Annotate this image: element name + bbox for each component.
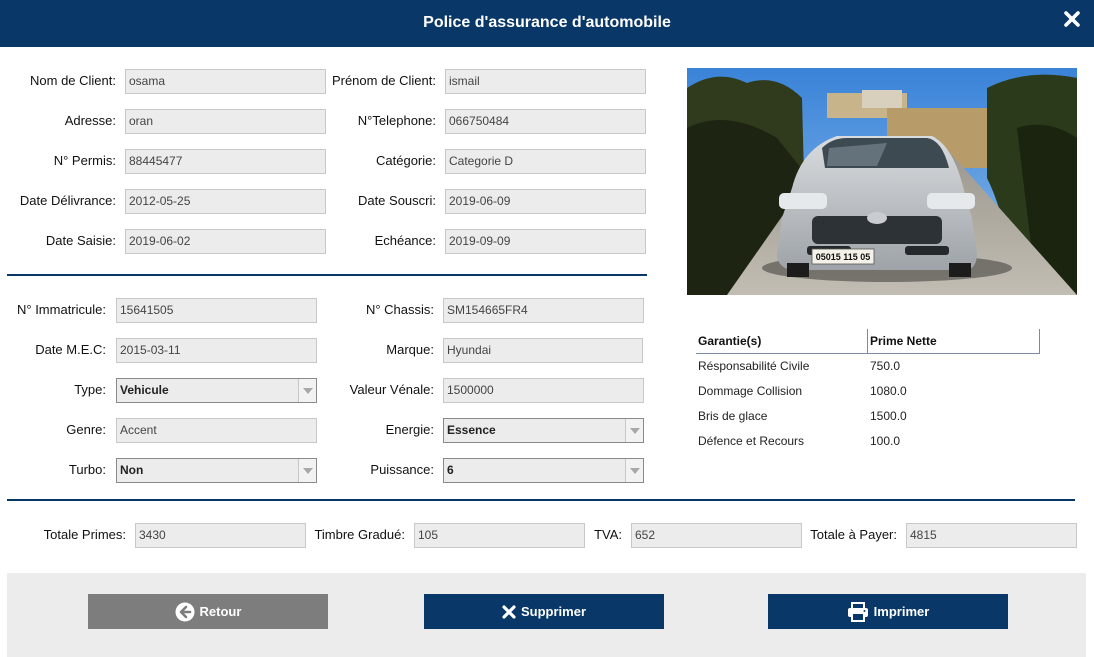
categorie-label: Catégorie: <box>376 153 436 168</box>
date-delivrance-label: Date Délivrance: <box>19 193 116 208</box>
garantie-prime: 750.0 <box>870 359 901 373</box>
column-header-garantie[interactable]: Garantie(s) <box>698 329 868 353</box>
echeance-field[interactable]: 2019-09-09 <box>445 229 646 254</box>
categorie-field[interactable]: Categorie D <box>445 149 646 174</box>
supprimer-button[interactable]: Supprimer <box>424 594 664 629</box>
garantie-prime: 1500.0 <box>870 409 907 423</box>
tva-label: TVA: <box>594 527 622 542</box>
telephone-field[interactable]: 066750484 <box>445 109 646 134</box>
retour-button[interactable]: Retour <box>88 594 328 629</box>
type-select[interactable]: Vehicule <box>116 378 317 403</box>
immatricule-label: N° Immatricule: <box>17 302 106 317</box>
table-row[interactable]: Dommage Collision 1080.0 <box>696 379 1040 404</box>
marque-field[interactable]: Hyundai <box>443 338 643 363</box>
client-section-divider <box>7 274 647 276</box>
marque-label: Marque: <box>386 342 434 357</box>
imprimer-label: Imprimer <box>873 604 930 619</box>
column-header-prime-nette[interactable]: Prime Nette <box>870 329 937 353</box>
totale-payer-label: Totale à Payer: <box>810 527 897 542</box>
chevron-down-icon[interactable] <box>298 459 316 482</box>
vehicle-photo: 05015 115 05 <box>687 68 1077 295</box>
table-row[interactable]: Bris de glace 1500.0 <box>696 404 1040 429</box>
adresse-field[interactable]: oran <box>125 109 326 134</box>
prenom-client-field[interactable]: ismail <box>445 69 646 94</box>
energie-selected-value: Essence <box>447 423 496 437</box>
permis-field[interactable]: 88445477 <box>125 149 326 174</box>
imprimer-button[interactable]: Imprimer <box>768 594 1008 629</box>
type-label: Type: <box>74 382 106 397</box>
chassis-label: N° Chassis: <box>365 302 434 317</box>
action-bar: Retour Supprimer Imprimer <box>7 573 1086 657</box>
date-saisie-field[interactable]: 2019-06-02 <box>125 229 326 254</box>
permis-label: N° Permis: <box>53 153 116 168</box>
nom-client-field[interactable]: osama <box>125 69 326 94</box>
date-souscri-label: Date Souscri: <box>357 193 436 208</box>
timbre-gradue-label: Timbre Gradué: <box>314 527 405 542</box>
turbo-label: Turbo: <box>68 462 106 477</box>
totale-payer-field[interactable]: 4815 <box>906 523 1077 548</box>
puissance-label: Puissance: <box>370 462 434 477</box>
totale-primes-field[interactable]: 3430 <box>135 523 306 548</box>
date-saisie-label: Date Saisie: <box>45 233 116 248</box>
totale-primes-label: Totale Primes: <box>43 527 126 542</box>
tva-field[interactable]: 652 <box>631 523 802 548</box>
turbo-selected-value: Non <box>120 463 144 477</box>
garantie-prime: 1080.0 <box>870 384 907 398</box>
chevron-down-icon[interactable] <box>625 459 643 482</box>
genre-field[interactable]: Accent <box>116 418 317 443</box>
timbre-gradue-field[interactable]: 105 <box>414 523 585 548</box>
prenom-client-label: Prénom de Client: <box>331 73 436 88</box>
title-bar: Police d'assurance d'automobile <box>0 0 1094 47</box>
date-mec-field[interactable]: 2015-03-11 <box>116 338 317 363</box>
date-souscri-field[interactable]: 2019-06-09 <box>445 189 646 214</box>
energie-select[interactable]: Essence <box>443 418 644 443</box>
date-delivrance-field[interactable]: 2012-05-25 <box>125 189 326 214</box>
close-icon <box>1064 11 1080 27</box>
genre-label: Genre: <box>66 422 106 437</box>
chevron-down-icon[interactable] <box>298 379 316 402</box>
x-icon <box>502 604 516 619</box>
turbo-select[interactable]: Non <box>116 458 317 483</box>
close-button[interactable] <box>1062 9 1082 29</box>
garanties-table-header: Garantie(s) Prime Nette <box>696 329 1040 354</box>
type-selected-value: Vehicule <box>120 383 169 397</box>
chevron-down-icon[interactable] <box>625 419 643 442</box>
immatricule-field[interactable]: 15641505 <box>116 298 317 323</box>
adresse-label: Adresse: <box>64 113 116 128</box>
valeur-venale-field[interactable]: 1500000 <box>443 378 644 403</box>
nom-client-label: Nom de Client: <box>30 73 116 88</box>
chassis-field[interactable]: SM154665FR4 <box>443 298 644 323</box>
retour-label: Retour <box>199 604 242 619</box>
garantie-name: Dommage Collision <box>698 384 803 398</box>
garanties-table: Garantie(s) Prime Nette Résponsabilité C… <box>696 329 1040 454</box>
window-title: Police d'assurance d'automobile <box>423 14 671 31</box>
garantie-prime: 100.0 <box>870 434 901 448</box>
echeance-label: Echéance: <box>374 233 436 248</box>
garantie-name: Bris de glace <box>698 409 768 423</box>
table-row[interactable]: Défence et Recours 100.0 <box>696 429 1040 454</box>
vehicle-section-divider <box>7 499 1075 501</box>
arrow-left-circle-icon <box>175 602 195 621</box>
puissance-select[interactable]: 6 <box>443 458 644 483</box>
license-plate-text: 05015 115 05 <box>816 252 871 262</box>
date-mec-label: Date M.E.C: <box>35 342 106 357</box>
insurance-policy-window: Police d'assurance d'automobile Nom de C… <box>0 0 1094 657</box>
garantie-name: Résponsabilité Civile <box>698 359 810 373</box>
garantie-name: Défence et Recours <box>698 434 805 448</box>
supprimer-label: Supprimer <box>520 604 586 619</box>
puissance-selected-value: 6 <box>447 463 454 477</box>
printer-icon <box>847 601 868 622</box>
valeur-venale-label: Valeur Vénale: <box>349 382 434 397</box>
telephone-label: N°Telephone: <box>357 113 436 128</box>
table-row[interactable]: Résponsabilité Civile 750.0 <box>696 354 1040 379</box>
energie-label: Energie: <box>385 422 434 437</box>
